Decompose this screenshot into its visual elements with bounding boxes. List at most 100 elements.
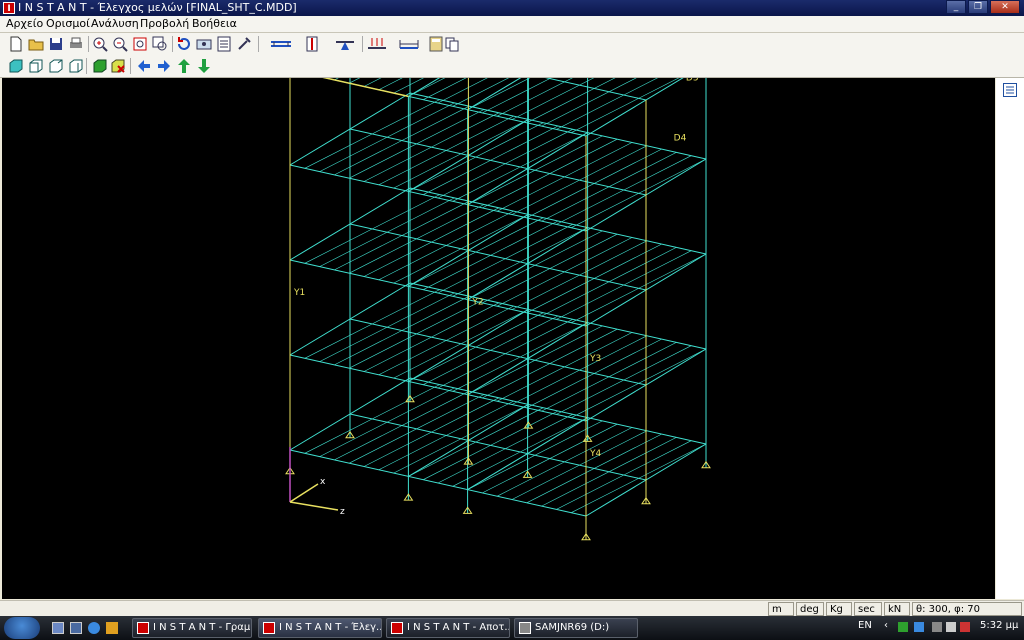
slab-hatch — [423, 30, 559, 100]
task-drive[interactable]: SAMJNR69 (D:) — [514, 618, 638, 638]
task-instant-2[interactable]: I N S T A N T - Έλεγ... — [258, 618, 382, 638]
load-icon[interactable] — [366, 36, 388, 52]
media-icon[interactable] — [106, 622, 118, 634]
member-label: D4 — [674, 133, 687, 143]
open-folder-icon[interactable] — [28, 36, 44, 52]
zoom-extents-icon[interactable] — [132, 36, 148, 52]
slab-hatch — [526, 338, 662, 409]
main-toolbar — [0, 33, 1024, 55]
toolbar-separator — [88, 36, 89, 52]
zoom-in-icon[interactable] — [92, 36, 108, 52]
column-section-icon[interactable] — [304, 36, 320, 52]
view-3d-front-icon[interactable] — [8, 58, 24, 74]
member-label: Y1 — [293, 288, 305, 298]
print-icon[interactable] — [68, 36, 84, 52]
maximize-button[interactable]: ❐ — [968, 0, 988, 14]
instant-app-icon — [137, 622, 149, 634]
view-angles: θ: 300, φ: 70 — [912, 602, 1022, 616]
arrow-down-icon[interactable] — [196, 58, 212, 74]
arrow-right-icon[interactable] — [156, 58, 172, 74]
calc-icon[interactable] — [216, 36, 232, 52]
menu-analysis[interactable]: Ανάλυση — [91, 17, 139, 31]
new-file-icon[interactable] — [8, 36, 24, 52]
arrow-left-icon[interactable] — [136, 58, 152, 74]
tray-expand-icon[interactable]: ‹ — [884, 620, 888, 631]
slab-hatch — [571, 253, 707, 323]
slab-hatch — [571, 158, 707, 228]
tray-volume-icon[interactable] — [946, 622, 956, 632]
slab-hatch — [363, 207, 499, 277]
switch-windows-icon[interactable] — [70, 622, 82, 634]
toolbar-separator — [86, 58, 87, 74]
beam-section-icon[interactable] — [270, 36, 292, 52]
slab-hatch — [511, 145, 647, 215]
menu-settings[interactable]: Ορισμοί — [46, 17, 90, 31]
slab-hatch — [408, 217, 544, 287]
task-instant-1[interactable]: I N S T A N T - Γραμ... — [132, 618, 252, 638]
member-label: Y2 — [471, 297, 483, 307]
tray-security-icon[interactable] — [960, 622, 970, 632]
task-instant-3[interactable]: I N S T A N T - Αποτ... — [386, 618, 510, 638]
slab-hatch — [452, 322, 588, 392]
slab-hatch — [467, 325, 603, 395]
start-button[interactable] — [4, 617, 40, 639]
slab-hatch — [467, 40, 603, 110]
menu-file[interactable]: Αρχείο — [6, 17, 43, 31]
rotate-icon[interactable] — [176, 36, 192, 52]
app-icon: I — [3, 2, 15, 14]
show-desktop-icon[interactable] — [52, 622, 64, 634]
unit-mass: Kg — [826, 602, 852, 616]
slab-hatch — [334, 200, 470, 271]
dimension-icon[interactable] — [398, 36, 420, 52]
slab-hatch — [304, 99, 440, 169]
slab-hatch — [511, 50, 647, 120]
arrow-up-icon[interactable] — [176, 58, 192, 74]
tray-network-icon[interactable] — [898, 622, 908, 632]
clock[interactable]: 5:32 μμ — [980, 620, 1018, 631]
tray-monitor-icon[interactable] — [932, 622, 942, 632]
slab-hatch — [482, 233, 618, 304]
view-3d-solid-icon[interactable] — [92, 58, 108, 74]
calculator-icon[interactable] — [428, 36, 444, 52]
unit-angle: deg — [796, 602, 824, 616]
save-icon[interactable] — [48, 36, 64, 52]
slab-hatch — [541, 247, 677, 317]
beam — [349, 33, 647, 101]
close-button[interactable]: ✕ — [990, 0, 1020, 14]
slab-hatch — [541, 152, 677, 222]
view-3d-side-icon[interactable] — [28, 58, 44, 74]
view-3d-top-icon[interactable] — [48, 58, 64, 74]
slab-hatch — [497, 332, 633, 402]
tools-icon[interactable] — [236, 36, 252, 52]
zoom-out-icon[interactable] — [112, 36, 128, 52]
language-indicator[interactable]: EN — [858, 620, 872, 631]
slab-hatch — [334, 105, 470, 176]
support-icon[interactable] — [334, 36, 356, 52]
browser-icon[interactable] — [88, 622, 100, 634]
menu-help[interactable]: Βοήθεια — [192, 17, 237, 31]
slab-hatch — [526, 433, 662, 504]
list-icon[interactable] — [1003, 83, 1017, 97]
slab-hatch — [408, 407, 544, 477]
zoom-window-icon[interactable] — [152, 36, 168, 52]
slab-hatch — [556, 155, 692, 225]
slab-hatch — [378, 210, 514, 281]
minimize-button[interactable]: _ — [946, 0, 966, 14]
unit-length: m — [768, 602, 794, 616]
member-label: D3 — [609, 78, 622, 81]
view-3d-iso-icon[interactable] — [68, 58, 84, 74]
copy-icon[interactable] — [444, 36, 460, 52]
slab-hatch — [497, 142, 633, 212]
slab-hatch — [363, 302, 499, 372]
view-icon[interactable] — [196, 36, 212, 52]
remove-icon[interactable] — [110, 58, 126, 74]
structure-wireframe[interactable]: D1D2D3D5D4Y1Y2Y3Y4xz — [2, 0, 995, 599]
menu-view[interactable]: Προβολή — [140, 17, 189, 31]
instant-app-icon — [391, 622, 403, 634]
tray-update-icon[interactable] — [914, 622, 924, 632]
slab-hatch — [423, 220, 559, 290]
slab-hatch — [497, 237, 633, 307]
slab-hatch — [541, 437, 677, 507]
slab-hatch — [349, 109, 485, 179]
model-viewport[interactable]: D1D2D3D5D4Y1Y2Y3Y4xz — [2, 0, 995, 599]
